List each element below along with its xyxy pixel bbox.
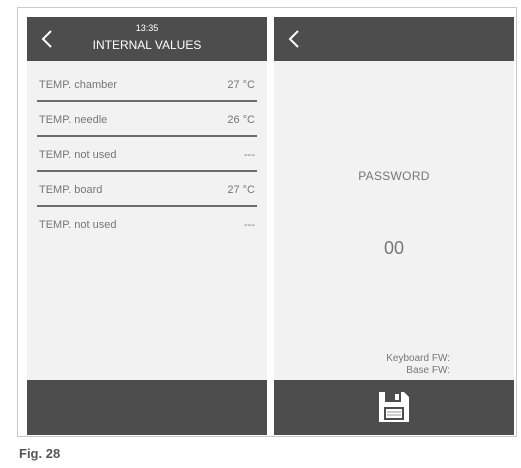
save-button[interactable] — [377, 390, 411, 424]
value-label: TEMP. chamber — [39, 79, 118, 91]
screen-title: INTERNAL VALUES — [92, 38, 202, 52]
chevron-left-icon — [288, 30, 299, 48]
figure-caption: Fig. 28 — [19, 446, 61, 461]
row-separator — [37, 170, 257, 172]
value-label: TEMP. not used — [39, 149, 117, 161]
list-item: TEMP. needle 26 °C — [37, 110, 257, 145]
value-reading: 27 °C — [227, 184, 255, 196]
values-list: TEMP. chamber 27 °C TEMP. needle 26 °C T… — [27, 75, 267, 250]
value-reading: --- — [244, 219, 255, 231]
value-reading: 27 °C — [227, 79, 255, 91]
password-label: PASSWORD — [358, 169, 430, 183]
list-item: TEMP. not used --- — [37, 215, 257, 250]
value-reading: 26 °C — [227, 114, 255, 126]
base-fw-label: Base FW: — [406, 365, 450, 376]
clock: 13:35 — [135, 23, 159, 33]
value-reading: --- — [244, 149, 255, 161]
floppy-disk-icon — [379, 392, 409, 422]
value-label: TEMP. needle — [39, 114, 108, 126]
bottom-bar — [274, 380, 514, 435]
list-item: TEMP. not used --- — [37, 145, 257, 180]
value-label: TEMP. not used — [39, 219, 117, 231]
back-button[interactable] — [285, 28, 303, 50]
password-screen: PASSWORD 00 Keyboard FW: Base FW: — [274, 17, 514, 435]
row-separator — [37, 100, 257, 102]
value-label: TEMP. board — [39, 184, 103, 196]
list-item: TEMP. chamber 27 °C — [37, 75, 257, 110]
password-input[interactable]: 00 — [274, 238, 514, 259]
internal-values-screen: 13:35 INTERNAL VALUES TEMP. chamber 27 °… — [27, 17, 267, 435]
row-separator — [37, 205, 257, 207]
top-bar: 13:35 INTERNAL VALUES — [27, 17, 267, 61]
row-separator — [37, 135, 257, 137]
keyboard-fw-label: Keyboard FW: — [386, 353, 450, 364]
top-bar — [274, 17, 514, 61]
figure-frame: 13:35 INTERNAL VALUES TEMP. chamber 27 °… — [17, 7, 517, 437]
bottom-bar — [27, 380, 267, 435]
list-item: TEMP. board 27 °C — [37, 180, 257, 215]
